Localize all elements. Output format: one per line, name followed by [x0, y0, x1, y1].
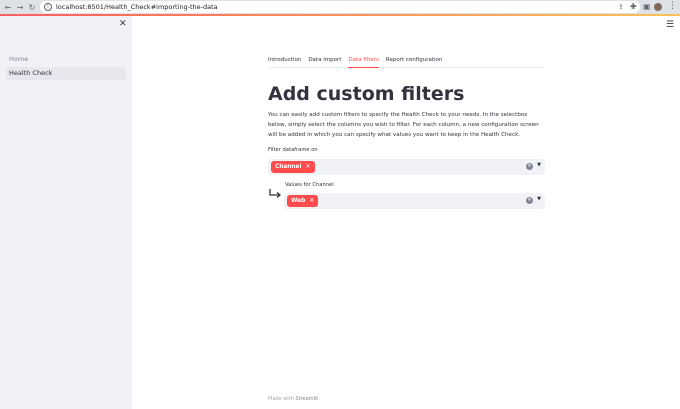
- selected-chip: Channel ✕: [271, 161, 315, 173]
- share-icon[interactable]: ⇪: [618, 3, 624, 11]
- extensions-icon[interactable]: ✚: [630, 2, 637, 11]
- profile-avatar[interactable]: [654, 3, 662, 11]
- sidebar-item-home[interactable]: Home: [6, 53, 126, 66]
- footer: Made with Streamlit: [268, 396, 318, 402]
- filter-values-label: Values for Channel: [285, 182, 334, 188]
- chip-label: Channel: [275, 164, 302, 170]
- remove-chip-icon[interactable]: ✕: [305, 161, 310, 173]
- clear-all-icon[interactable]: ✕: [526, 197, 533, 204]
- selected-chip: Web ✕: [287, 195, 319, 207]
- back-icon[interactable]: ←: [3, 1, 13, 13]
- side-panel-icon[interactable]: ▣: [643, 2, 651, 11]
- chip-label: Web: [291, 198, 306, 204]
- forward-icon[interactable]: →: [15, 1, 25, 13]
- tab-data-filters[interactable]: Data filters: [348, 54, 379, 68]
- sidebar-item-health-check[interactable]: Health Check: [6, 67, 126, 80]
- url-text: localhost:8501/Health_Check#importing-th…: [56, 3, 218, 11]
- tab-data-import[interactable]: Data import: [308, 54, 341, 68]
- footer-prefix: Made with: [268, 396, 294, 402]
- browser-menu-icon[interactable]: ⋮: [668, 1, 677, 11]
- filter-values-multiselect[interactable]: Web ✕ ✕ ▼: [284, 193, 545, 209]
- address-bar[interactable]: i localhost:8501/Health_Check#importing-…: [40, 1, 640, 13]
- remove-chip-icon[interactable]: ✕: [309, 195, 314, 207]
- filter-columns-multiselect[interactable]: Channel ✕ ✕ ▼: [268, 159, 545, 175]
- tab-introduction[interactable]: Introduction: [268, 54, 301, 68]
- sidebar: ✕ Home Health Check: [0, 16, 132, 409]
- page-description: You can easily add custom filters to spe…: [268, 112, 539, 138]
- nested-arrow-icon: [269, 189, 282, 198]
- chevron-down-icon[interactable]: ▼: [537, 196, 541, 202]
- close-icon[interactable]: ✕: [119, 19, 127, 29]
- chevron-down-icon[interactable]: ▼: [537, 162, 541, 168]
- reload-icon[interactable]: ↻: [27, 1, 37, 13]
- page-title: Add custom filters: [268, 83, 465, 105]
- browser-toolbar: ← → ↻ i localhost:8501/Health_Check#impo…: [0, 0, 680, 14]
- main-menu-icon[interactable]: ☰: [666, 20, 674, 30]
- tab-report-configuration[interactable]: Report configuration: [386, 54, 442, 68]
- clear-all-icon[interactable]: ✕: [526, 163, 533, 170]
- site-info-icon[interactable]: i: [44, 3, 52, 11]
- tab-bar: Introduction Data import Data filters Re…: [268, 54, 544, 68]
- filter-dataframe-label: Filter dataframe on: [268, 147, 318, 153]
- streamlit-link[interactable]: Streamlit: [295, 396, 318, 402]
